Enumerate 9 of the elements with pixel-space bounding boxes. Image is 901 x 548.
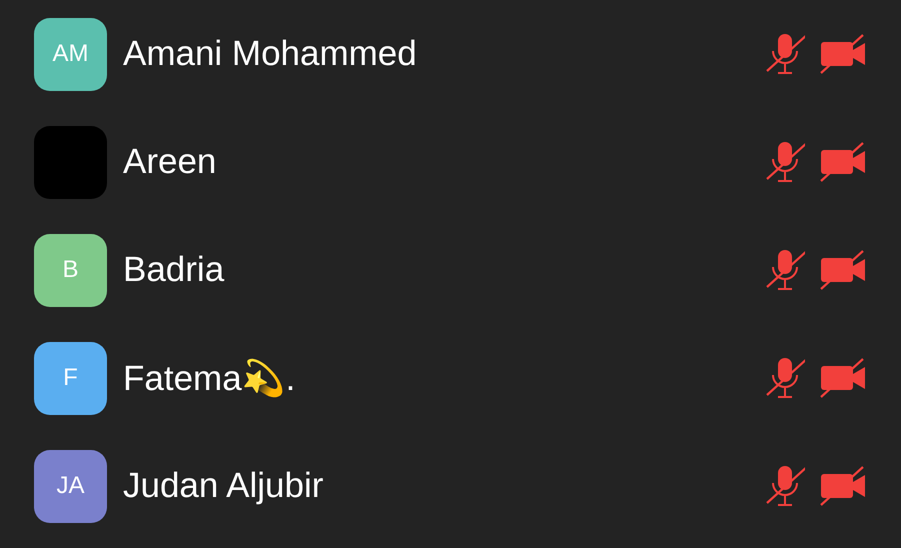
avatar-initials: F: [63, 364, 78, 392]
avatar-initials: JA: [56, 472, 84, 500]
avatar-initials: AM: [52, 40, 88, 68]
participant-name: Judan Aljubir: [123, 466, 324, 506]
participant-name: Badria: [123, 250, 226, 290]
participant-name: Areen: [123, 142, 218, 182]
participant-name: Fatema💫.: [123, 358, 296, 398]
avatar-initials: B: [62, 256, 78, 284]
participant-name: Amani Mohammed: [123, 34, 418, 74]
